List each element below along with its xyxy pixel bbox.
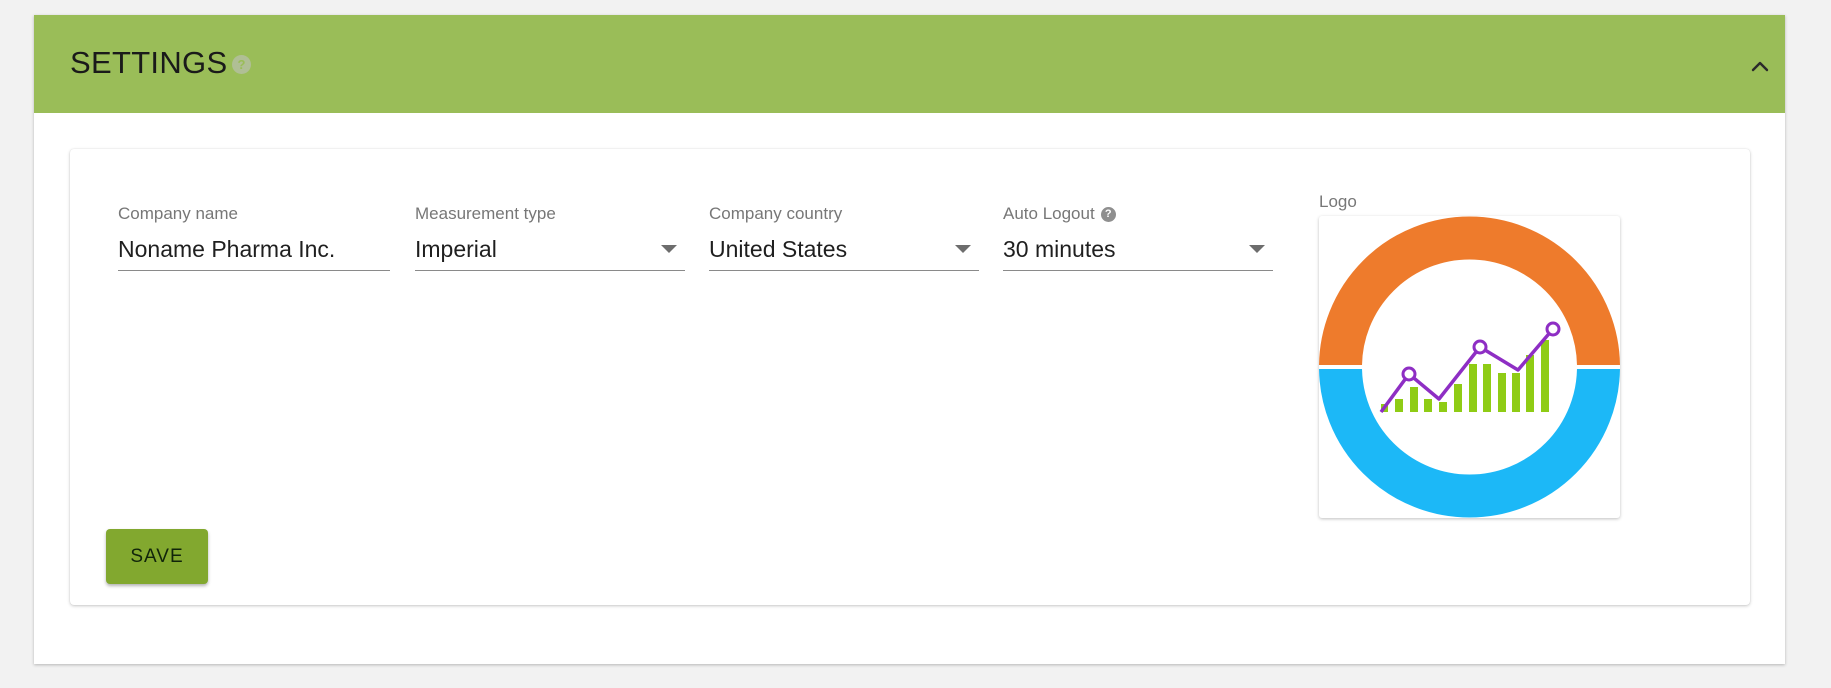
company-country-value: United States (709, 236, 848, 262)
measurement-type-select[interactable]: Imperial (415, 233, 685, 271)
auto-logout-value: 30 minutes (1003, 236, 1116, 262)
company-country-field: Company country United States (709, 203, 979, 271)
dropdown-arrow-icon (955, 245, 971, 253)
settings-panel: SETTINGS ? Company name Measurement type… (34, 15, 1785, 664)
help-icon[interactable]: ? (232, 55, 251, 74)
company-country-label: Company country (709, 203, 979, 225)
company-country-label-text: Company country (709, 204, 843, 223)
auto-logout-label-text: Auto Logout (1003, 204, 1095, 223)
auto-logout-field: Auto Logout ? 30 minutes (1003, 203, 1273, 271)
company-name-control (118, 233, 390, 271)
auto-logout-select[interactable]: 30 minutes (1003, 233, 1273, 271)
logo-label: Logo (1319, 192, 1357, 211)
company-name-field: Company name (118, 203, 390, 271)
settings-card: Company name Measurement type Imperial C… (70, 149, 1750, 605)
question-circle-icon[interactable]: ? (1100, 206, 1116, 222)
dropdown-arrow-icon (1249, 245, 1265, 253)
panel-title: SETTINGS (70, 45, 228, 80)
settings-header[interactable]: SETTINGS ? (34, 15, 1785, 113)
collapse-button[interactable] (1746, 53, 1774, 81)
measurement-type-value: Imperial (415, 236, 497, 262)
company-country-select[interactable]: United States (709, 233, 979, 271)
logo-upload[interactable] (1319, 216, 1620, 518)
auto-logout-label: Auto Logout ? (1003, 203, 1273, 225)
save-button[interactable]: SAVE (106, 529, 208, 584)
company-logo-image (1319, 216, 1620, 518)
company-name-label: Company name (118, 203, 390, 225)
company-name-input[interactable] (118, 233, 390, 265)
measurement-type-label-text: Measurement type (415, 204, 556, 223)
measurement-type-field: Measurement type Imperial (415, 203, 685, 271)
chevron-up-icon (1751, 61, 1769, 72)
measurement-type-label: Measurement type (415, 203, 685, 225)
dropdown-arrow-icon (661, 245, 677, 253)
company-name-label-text: Company name (118, 204, 239, 223)
